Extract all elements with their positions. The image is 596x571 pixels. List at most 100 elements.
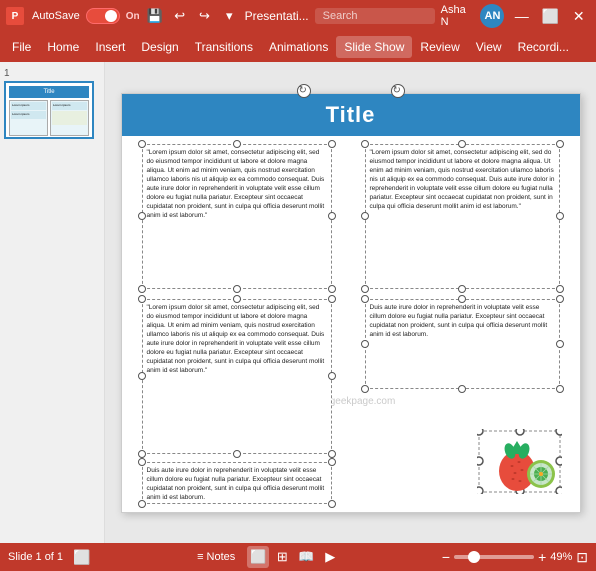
thumbnail-col-right: Lorem ipsum: [50, 100, 89, 136]
handle-tr[interactable]: [328, 140, 336, 148]
zoom-level: 49%: [550, 551, 572, 563]
menu-view[interactable]: View: [468, 36, 510, 58]
handle3-bm[interactable]: [233, 450, 241, 458]
zoom-slider[interactable]: [454, 555, 534, 559]
handle4-tl[interactable]: [138, 458, 146, 466]
handle5-tr[interactable]: [556, 295, 564, 303]
autosave-knob: [105, 10, 117, 22]
notes-label: Notes: [207, 551, 236, 563]
slide-panel: 1 Title Lorem ipsum Lorem ipsum Lorem ip…: [0, 62, 105, 543]
handle3-mr[interactable]: [328, 372, 336, 380]
slide-number-label: 1: [4, 68, 100, 79]
thumbnail-content: Lorem ipsum Lorem ipsum Lorem ipsum: [9, 100, 89, 136]
title-bar: P AutoSave On 💾 ↩ ↪ ▾ Presentati... Asha…: [0, 0, 596, 32]
handle3-tm[interactable]: [233, 295, 241, 303]
slide-title-text: Title: [326, 102, 376, 128]
handle5-bm[interactable]: [458, 385, 466, 393]
username: Asha N: [441, 4, 475, 28]
strawberry-image[interactable]: [477, 429, 562, 494]
menu-review[interactable]: Review: [412, 36, 467, 58]
redo-button[interactable]: ↪: [195, 6, 214, 26]
thumbnail-title: Title: [9, 86, 89, 98]
menu-design[interactable]: Design: [133, 36, 186, 58]
handle5-bl[interactable]: [361, 385, 369, 393]
handle2-bl[interactable]: [361, 285, 369, 293]
text-box-2[interactable]: "Lorem ipsum dolor sit amet, consectetur…: [365, 144, 560, 289]
handle3-tr[interactable]: [328, 295, 336, 303]
normal-view-button[interactable]: ⬜: [247, 546, 269, 568]
thumbnail-inner: Title Lorem ipsum Lorem ipsum Lorem ipsu…: [6, 83, 92, 137]
handle3-tl[interactable]: [138, 295, 146, 303]
handle4-tr[interactable]: [328, 458, 336, 466]
zoom-out-button[interactable]: −: [442, 549, 450, 565]
slide-thumbnail[interactable]: Title Lorem ipsum Lorem ipsum Lorem ipsu…: [4, 81, 94, 139]
handle5-mr[interactable]: [556, 340, 564, 348]
slide-count: Slide 1 of 1: [8, 551, 63, 563]
rotate-handle-left[interactable]: [297, 84, 311, 98]
text-content-2: "Lorem ipsum dolor sit amet, consectetur…: [370, 149, 555, 211]
thumbnail-col-left: Lorem ipsum Lorem ipsum: [9, 100, 48, 136]
handle-bm[interactable]: [233, 285, 241, 293]
text-content-1: "Lorem ipsum dolor sit amet, consectetur…: [147, 149, 325, 220]
menu-home[interactable]: Home: [39, 36, 87, 58]
handle5-tm[interactable]: [458, 295, 466, 303]
search-input[interactable]: [315, 8, 435, 24]
slide-sorter-button[interactable]: ⊞: [271, 546, 293, 568]
handle3-br[interactable]: [328, 450, 336, 458]
text-box-3[interactable]: "Lorem ipsum dolor sit amet, consectetur…: [142, 299, 332, 454]
text-content-3: "Lorem ipsum dolor sit amet, consectetur…: [147, 304, 325, 375]
menu-animations[interactable]: Animations: [261, 36, 336, 58]
undo-button[interactable]: ↩: [170, 6, 189, 26]
handle2-ml[interactable]: [361, 212, 369, 220]
handle4-br[interactable]: [328, 500, 336, 508]
accessibility-button[interactable]: ⬜: [71, 549, 92, 566]
handle-tl[interactable]: [138, 140, 146, 148]
slide-title-area[interactable]: Title: [122, 94, 580, 136]
handle2-tl[interactable]: [361, 140, 369, 148]
handle3-ml[interactable]: [138, 372, 146, 380]
more-button[interactable]: ▾: [220, 6, 239, 26]
handle5-ml[interactable]: [361, 340, 369, 348]
restore-button[interactable]: ⬜: [539, 4, 562, 28]
handle-ml[interactable]: [138, 212, 146, 220]
slide[interactable]: Title @thegeekpage.com "Lorem ipsum dolo…: [121, 93, 581, 513]
handle4-bl[interactable]: [138, 500, 146, 508]
menu-slideshow[interactable]: Slide Show: [336, 36, 412, 58]
handle2-bm[interactable]: [458, 285, 466, 293]
file-title: Presentati...: [245, 9, 309, 23]
handle3-bl[interactable]: [138, 450, 146, 458]
handle2-tr[interactable]: [556, 140, 564, 148]
text-box-5[interactable]: Duis aute irure dolor in reprehenderit i…: [365, 299, 560, 389]
rotate-handle-right[interactable]: [391, 84, 405, 98]
menu-insert[interactable]: Insert: [87, 36, 133, 58]
slideshow-view-button[interactable]: ▶: [319, 546, 341, 568]
handle-tm[interactable]: [233, 140, 241, 148]
menu-file[interactable]: File: [4, 36, 39, 58]
view-icons: ⬜ ⊞ 📖 ▶: [247, 546, 341, 568]
handle-mr[interactable]: [328, 212, 336, 220]
reading-view-button[interactable]: 📖: [295, 546, 317, 568]
handle2-br[interactable]: [556, 285, 564, 293]
handle2-mr[interactable]: [556, 212, 564, 220]
notes-icon: ≡: [197, 551, 203, 563]
save-button[interactable]: 💾: [146, 6, 165, 26]
text-box-1[interactable]: "Lorem ipsum dolor sit amet, consectetur…: [142, 144, 332, 289]
notes-button[interactable]: ≡ Notes: [193, 551, 239, 563]
handle-bl[interactable]: [138, 285, 146, 293]
handle5-br[interactable]: [556, 385, 564, 393]
app-icon: P: [6, 7, 24, 25]
zoom-in-button[interactable]: +: [538, 549, 546, 565]
handle5-tl[interactable]: [361, 295, 369, 303]
menu-transitions[interactable]: Transitions: [187, 36, 261, 58]
user-avatar[interactable]: AN: [480, 4, 504, 28]
fit-button[interactable]: ⊡: [576, 549, 588, 566]
menu-recording[interactable]: Recordi...: [510, 36, 577, 58]
close-button[interactable]: ✕: [567, 4, 590, 28]
minimize-button[interactable]: —: [510, 4, 533, 28]
menu-bar: File Home Insert Design Transitions Anim…: [0, 32, 596, 62]
handle-br[interactable]: [328, 285, 336, 293]
text-box-4[interactable]: Duis aute irure dolor in reprehenderit i…: [142, 462, 332, 504]
handle2-tm[interactable]: [458, 140, 466, 148]
autosave-toggle[interactable]: [86, 8, 120, 24]
zoom-area: − + 49% ⊡: [442, 549, 588, 566]
